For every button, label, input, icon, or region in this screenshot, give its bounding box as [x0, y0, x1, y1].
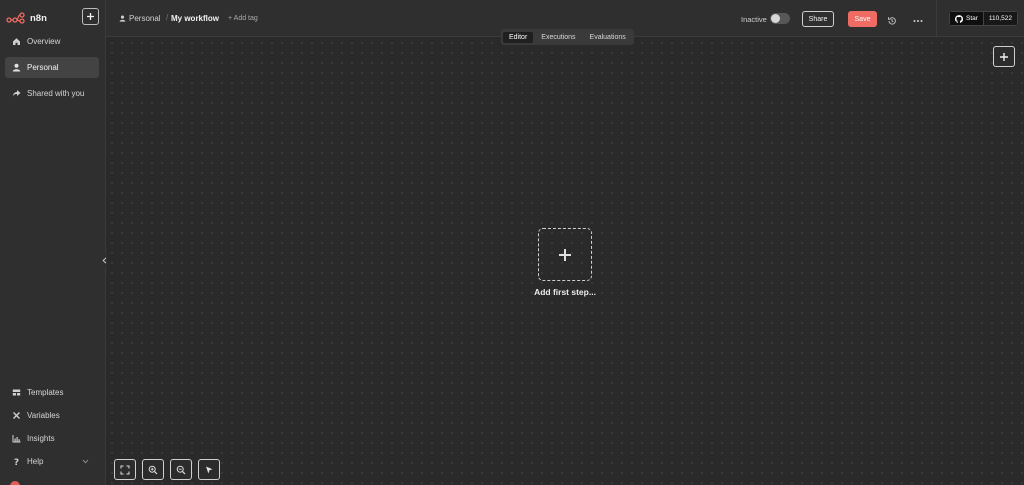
brand-name: n8n	[30, 12, 47, 24]
tab-executions[interactable]: Executions	[535, 32, 581, 43]
github-star-label: Star	[966, 15, 978, 22]
github-icon	[955, 14, 963, 23]
open-nodes-panel-button[interactable]	[993, 46, 1015, 67]
workflow-status-label: Inactive	[741, 15, 767, 24]
add-first-step-button[interactable]	[538, 228, 592, 281]
sidebar-item-templates[interactable]: Templates	[5, 382, 99, 403]
cursor-arrow-icon	[206, 466, 213, 473]
plus-icon	[559, 248, 571, 261]
sidebar-item-help[interactable]: ? Help	[5, 451, 99, 472]
fit-view-icon	[120, 465, 130, 474]
canvas-zoom-controls	[114, 459, 220, 480]
history-icon[interactable]	[887, 13, 897, 25]
add-first-step-label[interactable]: Add first step...	[518, 287, 612, 297]
more-options-icon[interactable]	[912, 13, 924, 23]
brand-logo[interactable]: n8n	[6, 9, 47, 27]
breadcrumb-project-label: Personal	[129, 14, 161, 23]
chevron-down-icon	[82, 457, 89, 466]
sidebar-item-insights[interactable]: Insights	[5, 428, 99, 449]
save-button[interactable]: Save	[848, 11, 877, 27]
help-icon: ?	[12, 457, 21, 466]
sidebar-item-label: Shared with you	[27, 89, 85, 98]
plus-icon	[87, 13, 94, 20]
selection-mode-button[interactable]	[198, 459, 220, 480]
sidebar-item-variables[interactable]: Variables	[5, 405, 99, 426]
sidebar-item-label: Templates	[27, 388, 64, 397]
plus-icon	[1000, 52, 1008, 61]
add-tag-link[interactable]: + Add tag	[228, 15, 258, 22]
zoom-in-button[interactable]	[142, 459, 164, 480]
zoom-out-button[interactable]	[170, 459, 192, 480]
home-icon	[12, 37, 21, 46]
user-icon	[119, 15, 126, 22]
svg-text:?: ?	[14, 458, 19, 466]
sidebar-item-personal[interactable]: Personal	[5, 57, 99, 78]
sidebar-item-label: Help	[27, 457, 44, 466]
header-divider	[936, 0, 937, 37]
templates-icon	[12, 388, 21, 397]
variables-icon	[12, 411, 21, 420]
create-new-button[interactable]	[82, 8, 99, 25]
view-tabs: Editor Executions Evaluations	[501, 29, 634, 45]
fit-view-button[interactable]	[114, 459, 136, 480]
tab-evaluations[interactable]: Evaluations	[584, 32, 632, 43]
active-toggle[interactable]	[770, 13, 790, 24]
zoom-out-icon	[176, 465, 186, 474]
toggle-knob	[771, 14, 780, 23]
sidebar-item-label: Insights	[27, 434, 55, 443]
tab-editor[interactable]: Editor	[503, 31, 534, 43]
sidebar-item-label: Personal	[27, 63, 59, 72]
sidebar-item-label: Variables	[27, 411, 60, 420]
n8n-logo-icon	[6, 12, 25, 24]
breadcrumb-separator: /	[166, 13, 169, 22]
github-star-count: 110,522	[983, 11, 1018, 26]
sidebar-item-overview[interactable]: Overview	[5, 31, 99, 52]
sidebar-item-label: Overview	[27, 37, 61, 46]
share-button[interactable]: Share	[802, 11, 834, 27]
chevron-left-icon	[101, 256, 106, 264]
avatar[interactable]	[10, 481, 20, 485]
share-icon	[12, 89, 21, 98]
sidebar-item-shared[interactable]: Shared with you	[5, 83, 99, 104]
github-star-button[interactable]: Star 110,522	[949, 11, 1018, 26]
workflow-name[interactable]: My workflow	[171, 14, 219, 23]
github-star-label-box: Star	[949, 11, 984, 26]
insights-icon	[12, 434, 21, 443]
user-icon	[12, 63, 21, 72]
breadcrumb-project[interactable]: Personal	[119, 14, 161, 23]
sidebar: n8n Overview Personal Shared with you Te…	[0, 0, 109, 485]
zoom-in-icon	[148, 465, 158, 474]
